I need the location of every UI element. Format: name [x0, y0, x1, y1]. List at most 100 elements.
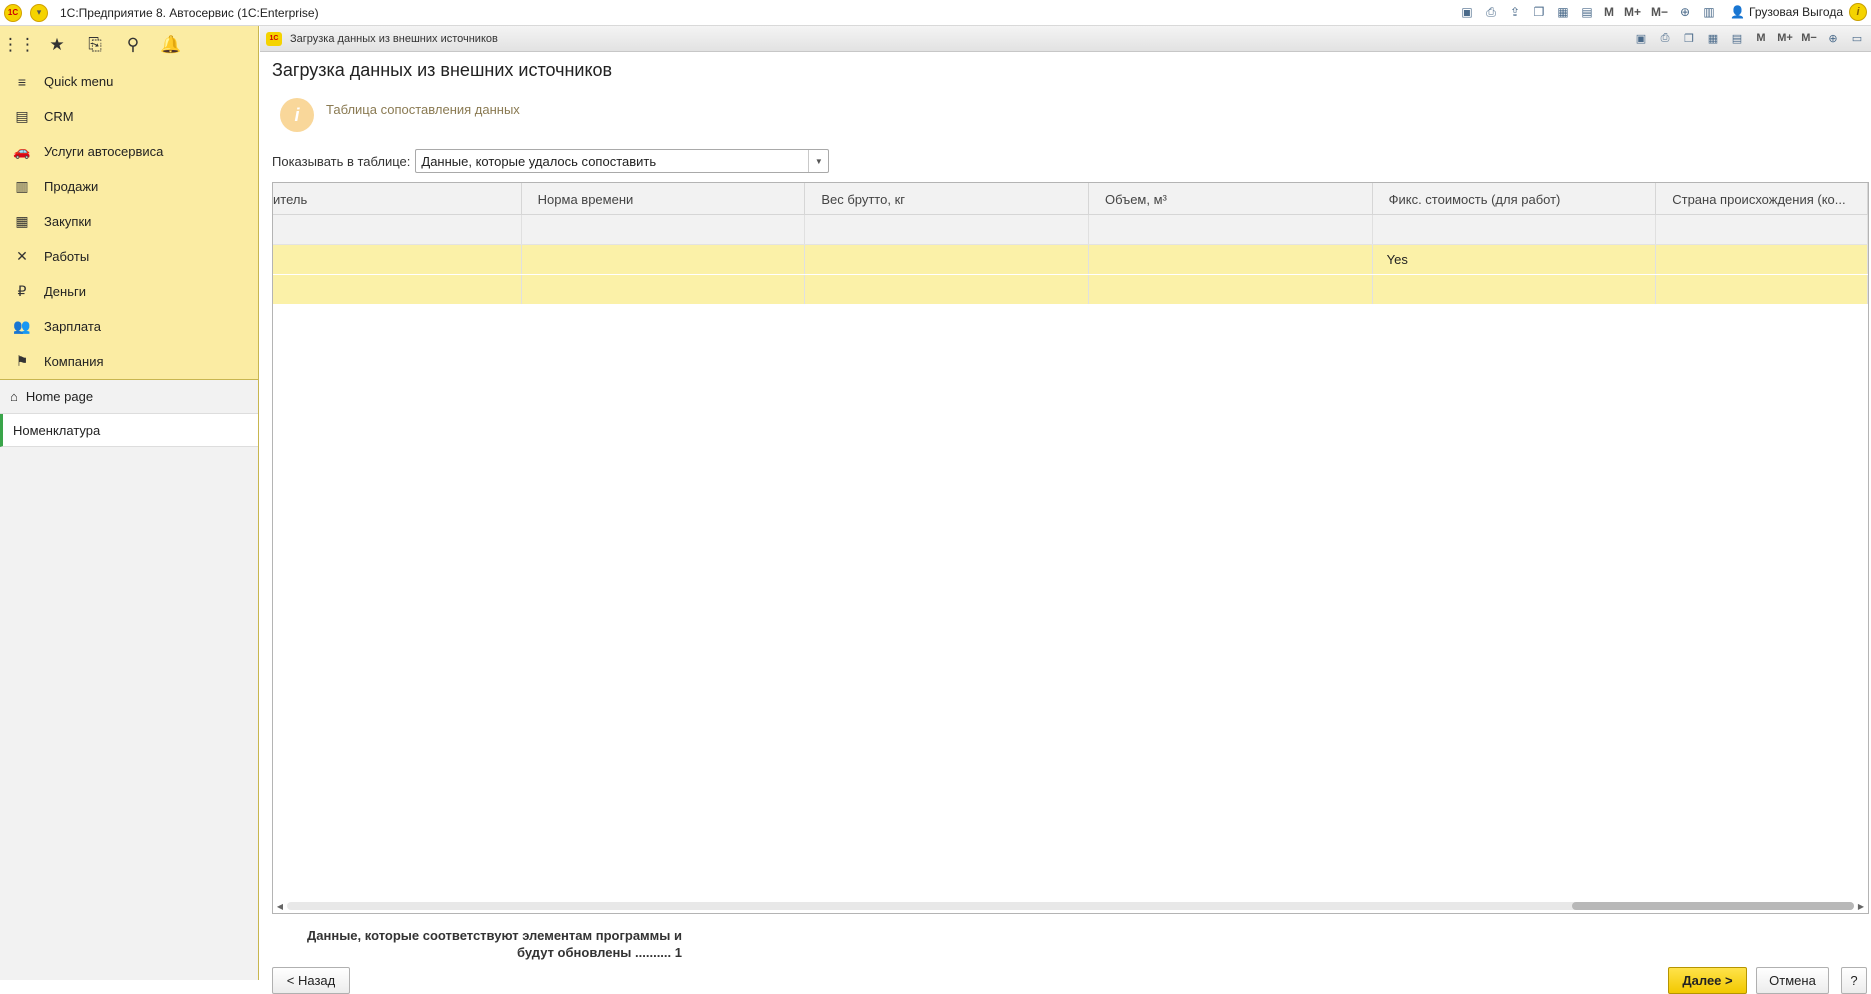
table-cell[interactable]: Yes [1373, 245, 1657, 274]
table-row[interactable]: Yes [273, 245, 1868, 275]
info-text: Таблица сопоставления данных [326, 102, 520, 117]
history-icon[interactable]: ⎘ [84, 34, 106, 56]
table-cell[interactable] [522, 275, 806, 304]
copy-icon[interactable]: ❐ [1530, 3, 1548, 21]
table-cell [273, 215, 522, 244]
save-icon[interactable]: ▣ [1633, 30, 1649, 46]
column-header[interactable]: Норма времени [522, 183, 806, 215]
table-cell[interactable] [273, 275, 522, 304]
sidebar-item-money[interactable]: ₽ Деньги [0, 274, 258, 309]
table-cell[interactable] [805, 245, 1089, 274]
sidebar-item-label: Quick menu [44, 74, 114, 89]
scroll-left-icon[interactable]: ◀ [273, 899, 287, 913]
table-row[interactable] [273, 275, 1868, 305]
memory-plus-icon[interactable]: M+ [1777, 30, 1793, 46]
sidebar-item-works[interactable]: ✕ Работы [0, 239, 258, 274]
spreadsheet-icon[interactable]: ▦ [1705, 30, 1721, 46]
tools-icon: ✕ [16, 248, 28, 264]
mapping-table[interactable]: итель Норма времени Вес брутто, кг Объем… [272, 182, 1869, 914]
sidebar-toolbar: ⋮⋮ ★ ⎘ ⚲ 🔔 [0, 26, 258, 64]
favorites-icon[interactable]: ★ [46, 34, 68, 56]
table-cell[interactable] [1089, 275, 1373, 304]
apps-icon[interactable]: ⋮⋮ [2, 34, 36, 56]
basket-icon: ▥ [15, 178, 29, 194]
upload-icon[interactable]: ⇪ [1506, 3, 1524, 21]
scroll-thumb[interactable] [1571, 902, 1854, 910]
table-cell[interactable] [1373, 275, 1657, 304]
memory-icon[interactable]: M [1753, 30, 1769, 46]
sidebar-item-sales[interactable]: ▥ Продажи [0, 169, 258, 204]
scroll-track[interactable] [287, 902, 1854, 910]
maximize-icon[interactable]: ▭ [1849, 30, 1865, 46]
current-user[interactable]: 👤 Грузовая Выгода [1730, 5, 1843, 19]
zoom-icon[interactable]: ⊕ [1825, 30, 1841, 46]
crm-icon: ▤ [15, 108, 29, 124]
app-title-bar: 1С ▾ 1С:Предприятие 8. Автосервис (1С:En… [0, 0, 1871, 26]
info-icon[interactable]: i [1849, 3, 1867, 21]
table-cell[interactable] [273, 245, 522, 274]
preview-icon[interactable]: ❐ [1681, 30, 1697, 46]
back-button[interactable]: < Назад [272, 967, 350, 994]
table-cell[interactable] [1656, 275, 1868, 304]
sidebar: ⋮⋮ ★ ⎘ ⚲ 🔔 ≡ Quick menu ▤ CRM 🚗 Услуги а… [0, 26, 259, 980]
sidebar-item-label: Закупки [44, 214, 92, 229]
print-icon[interactable]: ⎙ [1482, 3, 1500, 21]
chevron-down-icon[interactable]: ▼ [808, 150, 828, 172]
sidebar-item-quick-menu[interactable]: ≡ Quick menu [0, 64, 258, 99]
panels-icon[interactable]: ▥ [1700, 3, 1718, 21]
calendar-icon[interactable]: ▤ [1729, 30, 1745, 46]
table-cell[interactable] [522, 245, 806, 274]
menu-icon: ≡ [17, 73, 27, 90]
calendar-icon[interactable]: ▤ [1578, 3, 1596, 21]
column-header[interactable]: Объем, м³ [1089, 183, 1373, 215]
column-header[interactable]: Фикс. стоимость (для работ) [1373, 183, 1657, 215]
main-window: 1С Загрузка данных из внешних источников… [260, 26, 1871, 994]
table-cell[interactable] [1089, 245, 1373, 274]
table-filter: Показывать в таблице: Данные, которые уд… [272, 149, 830, 173]
window-header: 1С Загрузка данных из внешних источников… [260, 26, 1871, 52]
cart-icon: ▦ [15, 213, 29, 229]
memory-icon[interactable]: M [1602, 3, 1616, 21]
scroll-right-icon[interactable]: ▶ [1854, 899, 1868, 913]
memory-minus-icon[interactable]: M− [1649, 3, 1670, 21]
sidebar-item-crm[interactable]: ▤ CRM [0, 99, 258, 134]
summary-line-1: Данные, которые соответствуют элементам … [307, 928, 682, 943]
table-cell[interactable] [805, 275, 1089, 304]
zoom-icon[interactable]: ⊕ [1676, 3, 1694, 21]
user-icon: 👤 [1730, 5, 1746, 19]
sidebar-item-purchases[interactable]: ▦ Закупки [0, 204, 258, 239]
print-icon[interactable]: ⎙ [1657, 30, 1673, 46]
next-button[interactable]: Далее > [1668, 967, 1747, 994]
filter-value: Данные, которые удалось сопоставить [421, 153, 657, 169]
column-header[interactable]: Страна происхождения (ко... [1656, 183, 1868, 215]
sidebar-item-company[interactable]: ⚑ Компания [0, 344, 258, 379]
window-logo-icon: 1С [266, 31, 282, 46]
memory-minus-icon[interactable]: M− [1801, 30, 1817, 46]
app-logo-icon[interactable]: 1С [4, 3, 22, 22]
horizontal-scrollbar[interactable]: ◀ ▶ [273, 899, 1868, 913]
notifications-icon[interactable]: 🔔 [160, 34, 182, 56]
ruble-icon: ₽ [17, 283, 27, 299]
table-cell[interactable] [1656, 245, 1868, 274]
save-icon[interactable]: ▣ [1458, 3, 1476, 21]
home-page-link[interactable]: ⌂ Home page [0, 380, 258, 414]
spreadsheet-icon[interactable]: ▦ [1554, 3, 1572, 21]
column-header[interactable]: Вес брутто, кг [805, 183, 1089, 215]
filter-select[interactable]: Данные, которые удалось сопоставить ▼ [415, 149, 830, 173]
info-icon: i [280, 98, 314, 132]
home-page-label: Home page [25, 389, 94, 404]
table-header: итель Норма времени Вес брутто, кг Объем… [273, 183, 1868, 215]
help-button[interactable]: ? [1841, 967, 1867, 994]
search-icon[interactable]: ⚲ [122, 34, 144, 56]
sidebar-item-label: Деньги [44, 284, 86, 299]
sidebar-item-autoservice[interactable]: 🚗 Услуги автосервиса [0, 134, 258, 169]
open-window-tab[interactable]: Номенклатура [0, 414, 258, 447]
home-icon: ⌂ [10, 389, 18, 404]
sidebar-item-salary[interactable]: 👥 Зарплата [0, 309, 258, 344]
user-name: Грузовая Выгода [1749, 5, 1843, 19]
main-menu-icon[interactable]: ▾ [30, 3, 48, 22]
memory-plus-icon[interactable]: M+ [1622, 3, 1643, 21]
column-header[interactable]: итель [273, 183, 522, 215]
sections-panel: ⋮⋮ ★ ⎘ ⚲ 🔔 ≡ Quick menu ▤ CRM 🚗 Услуги а… [0, 26, 258, 380]
cancel-button[interactable]: Отмена [1756, 967, 1829, 994]
